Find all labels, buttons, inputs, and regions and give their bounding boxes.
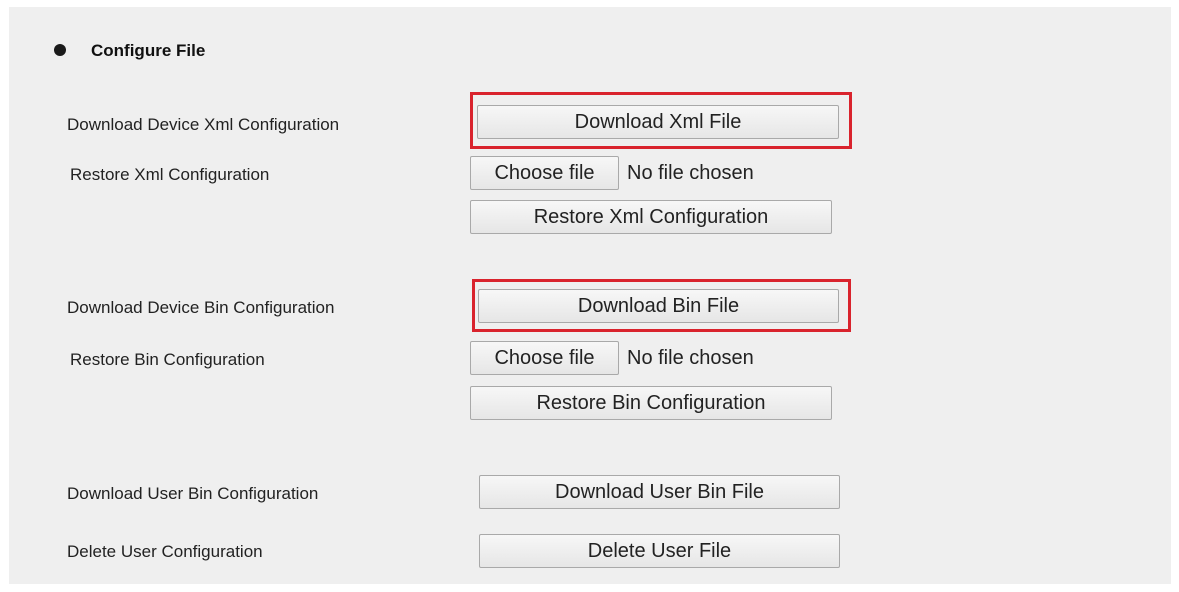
restore-xml-button[interactable]: Restore Xml Configuration (470, 200, 832, 234)
configure-file-panel: Configure File Download Device Xml Confi… (9, 7, 1171, 584)
delete-user-label: Delete User Configuration (67, 542, 263, 561)
restore-bin-label: Restore Bin Configuration (70, 350, 265, 369)
download-xml-button[interactable]: Download Xml File (477, 105, 839, 139)
download-bin-label: Download Device Bin Configuration (67, 298, 335, 317)
download-xml-label: Download Device Xml Configuration (67, 115, 340, 134)
xml-choose-file-button[interactable]: Choose file (470, 156, 619, 190)
delete-user-button[interactable]: Delete User File (479, 534, 840, 568)
restore-bin-button[interactable]: Restore Bin Configuration (470, 386, 832, 420)
bin-file-status: No file chosen (627, 347, 754, 369)
restore-xml-label: Restore Xml Configuration (70, 165, 270, 184)
xml-file-status: No file chosen (627, 162, 754, 184)
section-title: Configure File (91, 41, 206, 60)
download-user-bin-label: Download User Bin Configuration (67, 484, 319, 503)
download-bin-button[interactable]: Download Bin File (478, 289, 839, 323)
bin-choose-file-button[interactable]: Choose file (470, 341, 619, 375)
download-user-bin-button[interactable]: Download User Bin File (479, 475, 840, 509)
bullet-icon (54, 44, 66, 56)
